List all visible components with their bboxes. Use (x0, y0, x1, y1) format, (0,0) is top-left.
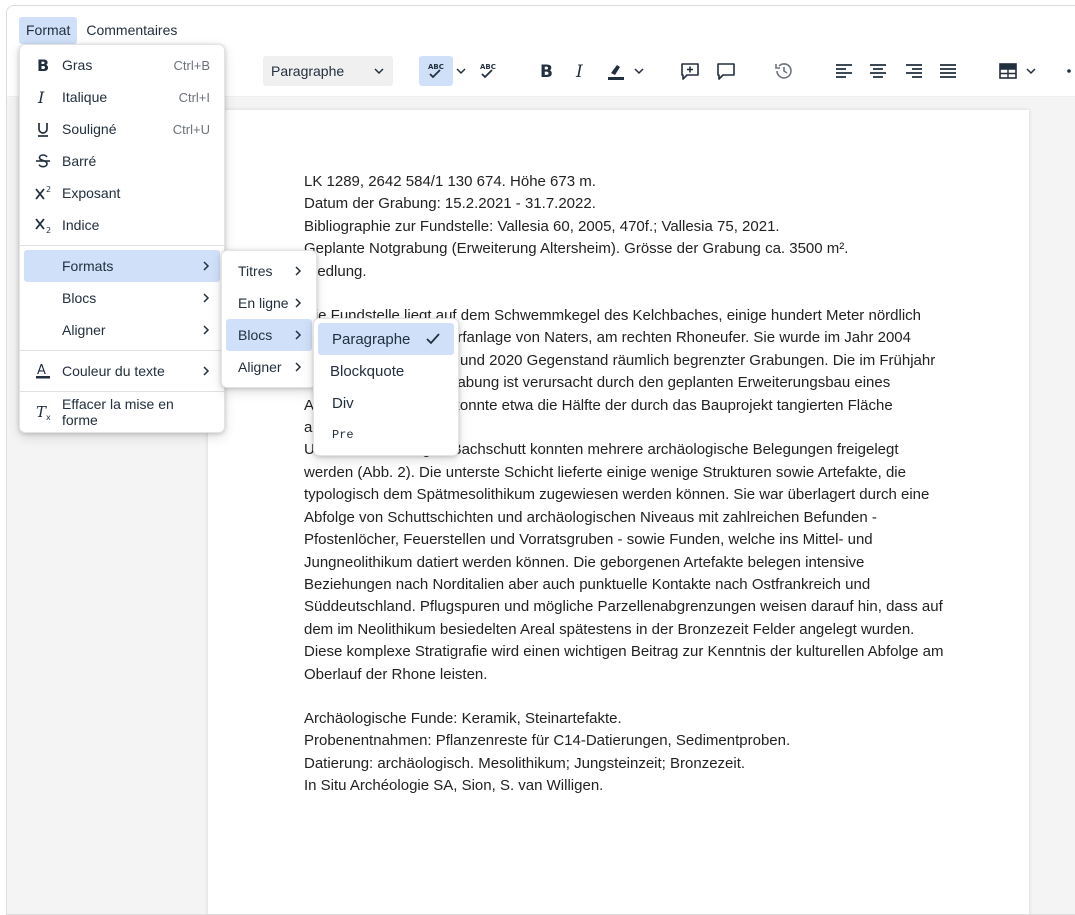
menu-divider (20, 245, 224, 246)
svg-text:ABC: ABC (428, 63, 444, 71)
italic-icon: I (37, 88, 45, 106)
chevron-right-icon (295, 330, 302, 340)
svg-text:ABC: ABC (480, 63, 496, 71)
menu-item-text-color[interactable]: A Couleur du texte (24, 355, 220, 387)
chevron-right-icon (203, 325, 210, 335)
chevron-right-icon (203, 293, 210, 303)
chevron-down-icon (1026, 68, 1036, 75)
submenu-item-align[interactable]: Aligner (226, 351, 312, 383)
align-center-icon (870, 64, 886, 78)
formats-submenu: Titres En ligne Blocs Aligner (221, 250, 317, 388)
add-comment-button[interactable] (675, 56, 705, 86)
submenu-item-inline[interactable]: En ligne (226, 287, 312, 319)
align-right-button[interactable] (899, 56, 929, 86)
svg-text:x: x (46, 413, 51, 421)
menu-format[interactable]: Format (19, 17, 78, 44)
table-button[interactable] (993, 56, 1023, 86)
menu-item-subscript[interactable]: 2 Indice (24, 209, 220, 241)
spellcheck-dropdown-button[interactable] (453, 56, 469, 86)
highlight-icon (608, 65, 624, 80)
menu-item-italic[interactable]: I Italique Ctrl+I (24, 81, 220, 113)
history-icon (775, 63, 792, 79)
svg-text:B: B (37, 56, 49, 74)
chevron-down-icon (374, 68, 384, 75)
table-dropdown-button[interactable] (1023, 56, 1039, 86)
checkmark-icon (426, 333, 440, 345)
document-paragraph-findings: Archäologische Funde: Keramik, Steinarte… (304, 709, 791, 795)
chevron-right-icon (295, 362, 302, 372)
menu-item-strikethrough[interactable]: Barré (24, 145, 220, 177)
clear-formatting-icon: Tx (36, 403, 51, 421)
justify-icon (940, 64, 956, 78)
chevron-down-icon (634, 68, 644, 75)
more-icon (1067, 69, 1071, 73)
menu-item-clear-formatting[interactable]: Tx Effacer la mise en forme (24, 396, 220, 428)
more-button[interactable] (1063, 56, 1075, 86)
spellcheck-icon: ABC (428, 63, 444, 79)
submenu-item-blocks[interactable]: Blocs (226, 319, 312, 351)
chevron-right-icon (295, 298, 302, 308)
spellcheck-language-button[interactable]: ABC (473, 56, 503, 86)
menu-item-formats[interactable]: Formats (24, 250, 220, 282)
menu-item-bold[interactable]: B Gras Ctrl+B (24, 49, 220, 81)
italic-icon: I (575, 62, 583, 81)
subscript-icon: 2 (35, 218, 51, 234)
chevron-right-icon (295, 266, 302, 276)
submenu-item-titles[interactable]: Titres (226, 255, 312, 287)
format-menu: B Gras Ctrl+B I Italique Ctrl+I Souligné… (19, 44, 225, 433)
show-comments-icon (717, 63, 735, 80)
menu-item-align[interactable]: Aligner (24, 314, 220, 346)
blocks-submenu: Paragraphe Blockquote Div Pre (313, 318, 459, 456)
submenu-item-paragraph[interactable]: Paragraphe (318, 323, 454, 355)
italic-button[interactable]: I (565, 56, 595, 86)
menu-item-blocks[interactable]: Blocs (24, 282, 220, 314)
submenu-item-pre[interactable]: Pre (318, 419, 454, 451)
menu-item-underline[interactable]: Souligné Ctrl+U (24, 113, 220, 145)
justify-button[interactable] (933, 56, 963, 86)
spellcheck-language-icon: ABC (480, 63, 496, 79)
block-format-select[interactable]: Paragraphe (263, 56, 393, 86)
document-body[interactable]: LK 1289, 2642 584/1 130 674. Höhe 673 m.… (304, 171, 944, 820)
bold-icon: B (37, 56, 49, 74)
spellcheck-button[interactable]: ABC (419, 56, 453, 86)
svg-text:I: I (575, 62, 583, 81)
align-left-button[interactable] (829, 56, 859, 86)
bold-icon: B (540, 62, 553, 81)
align-right-icon (906, 64, 922, 78)
align-center-button[interactable] (863, 56, 893, 86)
svg-text:A: A (37, 363, 46, 378)
highlight-dropdown-button[interactable] (631, 56, 647, 86)
menu-item-superscript[interactable]: 2 Exposant (24, 177, 220, 209)
add-comment-icon (681, 63, 699, 80)
underline-icon (38, 123, 48, 137)
table-icon (999, 63, 1017, 79)
document-paragraph-meta: LK 1289, 2642 584/1 130 674. Höhe 673 m.… (304, 173, 849, 280)
block-format-value: Paragraphe (271, 63, 345, 79)
menu-comments[interactable]: Commentaires (79, 17, 184, 44)
show-comments-button[interactable] (711, 56, 741, 86)
chevron-right-icon (203, 261, 210, 271)
chevron-down-icon (456, 68, 466, 75)
menu-divider (20, 391, 224, 392)
submenu-item-div[interactable]: Div (318, 387, 454, 419)
document-page[interactable]: LK 1289, 2642 584/1 130 674. Höhe 673 m.… (208, 110, 1029, 914)
svg-text:I: I (37, 88, 45, 106)
svg-text:2: 2 (46, 185, 51, 194)
align-left-icon (836, 64, 852, 78)
superscript-icon: 2 (35, 185, 51, 200)
strikethrough-icon (36, 154, 50, 168)
highlight-button[interactable] (601, 56, 631, 86)
svg-text:2: 2 (46, 226, 51, 234)
bold-button[interactable]: B (531, 56, 561, 86)
chevron-right-icon (203, 366, 210, 376)
text-color-icon: A (36, 363, 50, 379)
svg-text:B: B (540, 62, 553, 81)
submenu-item-blockquote[interactable]: Blockquote (318, 355, 454, 387)
menubar: Format Commentaires (19, 17, 184, 44)
menu-divider (20, 350, 224, 351)
history-button[interactable] (769, 56, 799, 86)
